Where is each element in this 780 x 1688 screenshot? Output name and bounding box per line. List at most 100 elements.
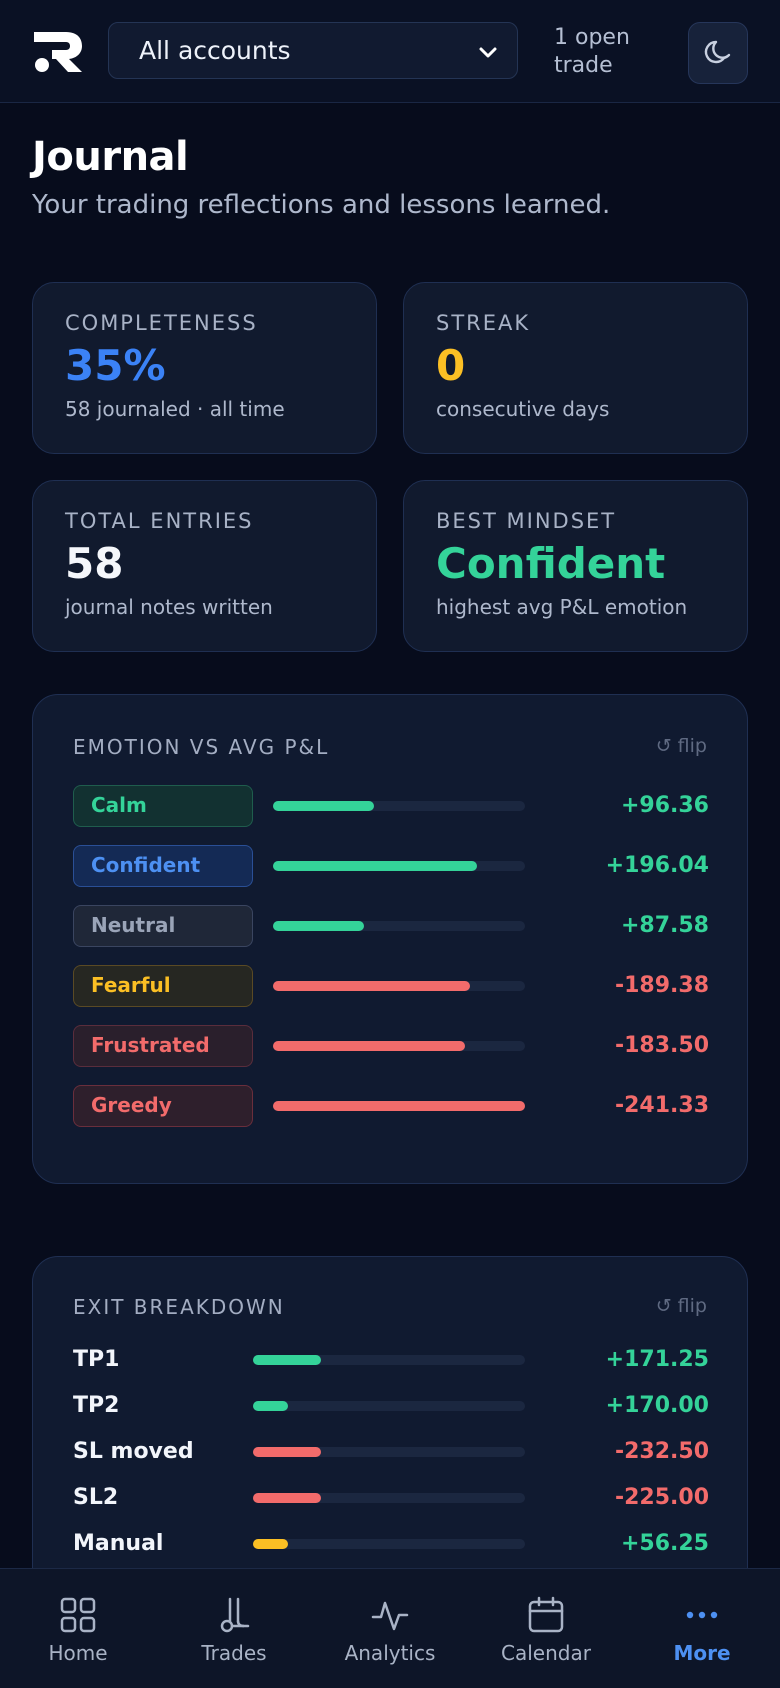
exit-label: Manual: [73, 1531, 164, 1556]
emotion-row: Neutral +87.58: [73, 905, 709, 947]
bar-track: [273, 981, 525, 991]
emotion-pill[interactable]: Confident: [73, 845, 253, 887]
bar-track: [273, 921, 525, 931]
exit-row: SL2 -225.00: [73, 1481, 709, 1515]
nav-label: Home: [48, 1641, 108, 1665]
nav-label: Analytics: [344, 1641, 436, 1665]
exit-row: Manual +56.25: [73, 1527, 709, 1561]
emotion-pill[interactable]: Neutral: [73, 905, 253, 947]
page-title: Journal: [32, 134, 189, 180]
stat-value: 0: [436, 341, 466, 390]
emotion-row: Greedy -241.33: [73, 1085, 709, 1127]
bar-fill: [273, 1101, 525, 1111]
account-select-value: All accounts: [139, 36, 291, 65]
exit-label: SL moved: [73, 1439, 194, 1464]
bar-track: [253, 1401, 525, 1411]
bar-fill: [253, 1401, 289, 1411]
exit-row: TP2 +170.00: [73, 1389, 709, 1423]
account-select[interactable]: All accounts: [108, 22, 518, 79]
flip-button[interactable]: ↺ flip: [656, 735, 707, 757]
nav-label: Trades: [201, 1641, 267, 1665]
nav-analytics[interactable]: Analytics: [312, 1569, 468, 1688]
bar-track: [273, 801, 525, 811]
bar-fill: [253, 1493, 321, 1503]
bar-fill: [273, 861, 478, 871]
bar-track: [273, 1101, 525, 1111]
completeness-card: COMPLETENESS 35% 58 journaled · all time: [32, 282, 377, 454]
emotion-pill[interactable]: Greedy: [73, 1085, 253, 1127]
open-trade-indicator[interactable]: 1 open trade: [554, 24, 664, 80]
emotion-row: Fearful -189.38: [73, 965, 709, 1007]
bar-fill: [273, 921, 364, 931]
grid-icon: [60, 1597, 96, 1633]
nav-more[interactable]: More: [624, 1569, 780, 1688]
top-bar: All accounts 1 open trade: [0, 0, 780, 103]
bar-fill: [253, 1447, 321, 1457]
bar-track: [253, 1355, 525, 1365]
nav-calendar[interactable]: Calendar: [468, 1569, 624, 1688]
exit-label: SL2: [73, 1485, 119, 1510]
stat-label: STREAK: [436, 311, 531, 335]
panel-title: EXIT BREAKDOWN: [73, 1295, 285, 1319]
best-mindset-card: BEST MINDSET Confident highest avg P&L e…: [403, 480, 748, 652]
emotion-row: Frustrated -183.50: [73, 1025, 709, 1067]
stat-value: Confident: [436, 539, 666, 588]
bar-track: [253, 1447, 525, 1457]
stat-label: COMPLETENESS: [65, 311, 258, 335]
panel-title: EMOTION VS AVG P&L: [73, 735, 330, 759]
bar-track: [273, 861, 525, 871]
bar-fill: [253, 1539, 289, 1549]
exit-row: SL moved -232.50: [73, 1435, 709, 1469]
stat-sub: journal notes written: [65, 595, 273, 619]
trades-icon: [220, 1597, 250, 1633]
emotion-pill[interactable]: Frustrated: [73, 1025, 253, 1067]
emotion-pnl-panel: EMOTION VS AVG P&L ↺ flip Calm +96.36 Conf…: [32, 694, 748, 1184]
emotion-row: Calm +96.36: [73, 785, 709, 827]
pulse-icon: [371, 1601, 409, 1631]
bottom-nav: Home Trades Analytics Calendar More: [0, 1568, 780, 1688]
avg-pnl-value: +87.58: [620, 913, 709, 938]
exit-pnl-value: +170.00: [605, 1393, 709, 1418]
nav-home[interactable]: Home: [0, 1569, 156, 1688]
exit-label: TP2: [73, 1393, 120, 1418]
stat-label: TOTAL ENTRIES: [65, 509, 254, 533]
flip-button[interactable]: ↺ flip: [656, 1295, 707, 1317]
app-logo[interactable]: [32, 30, 84, 74]
bar-fill: [253, 1355, 321, 1365]
exit-pnl-value: +171.25: [605, 1347, 709, 1372]
calendar-icon: [528, 1596, 564, 1633]
exit-pnl-value: -225.00: [614, 1485, 709, 1510]
stat-sub: highest avg P&L emotion: [436, 595, 688, 619]
stat-value: 58: [65, 539, 124, 588]
nav-trades[interactable]: Trades: [156, 1569, 312, 1688]
emotion-pill[interactable]: Fearful: [73, 965, 253, 1007]
more-dots-icon: [686, 1611, 718, 1619]
avg-pnl-value: -189.38: [614, 973, 709, 998]
bar-fill: [273, 981, 470, 991]
bar-track: [273, 1041, 525, 1051]
exit-row: TP1 +171.25: [73, 1343, 709, 1377]
stat-sub: 58 journaled · all time: [65, 397, 285, 421]
bar-fill: [273, 1041, 465, 1051]
page-subtitle: Your trading reflections and lessons lea…: [32, 190, 611, 220]
total-entries-card: TOTAL ENTRIES 58 journal notes written: [32, 480, 377, 652]
moon-icon: [704, 40, 731, 64]
exit-pnl-value: -232.50: [614, 1439, 709, 1464]
nav-label: Calendar: [501, 1641, 591, 1665]
exit-pnl-value: +56.25: [620, 1531, 709, 1556]
streak-card: STREAK 0 consecutive days: [403, 282, 748, 454]
bar-fill: [273, 801, 374, 811]
avg-pnl-value: +196.04: [605, 853, 709, 878]
chevron-down-icon: [479, 47, 497, 58]
emotion-row: Confident +196.04: [73, 845, 709, 887]
stat-sub: consecutive days: [436, 397, 610, 421]
theme-toggle-button[interactable]: [688, 22, 748, 84]
avg-pnl-value: +96.36: [620, 793, 709, 818]
exit-label: TP1: [73, 1347, 120, 1372]
avg-pnl-value: -241.33: [614, 1093, 709, 1118]
bar-track: [253, 1493, 525, 1503]
emotion-pill[interactable]: Calm: [73, 785, 253, 827]
stat-value: 35%: [65, 341, 166, 390]
stat-label: BEST MINDSET: [436, 509, 617, 533]
bar-track: [253, 1539, 525, 1549]
